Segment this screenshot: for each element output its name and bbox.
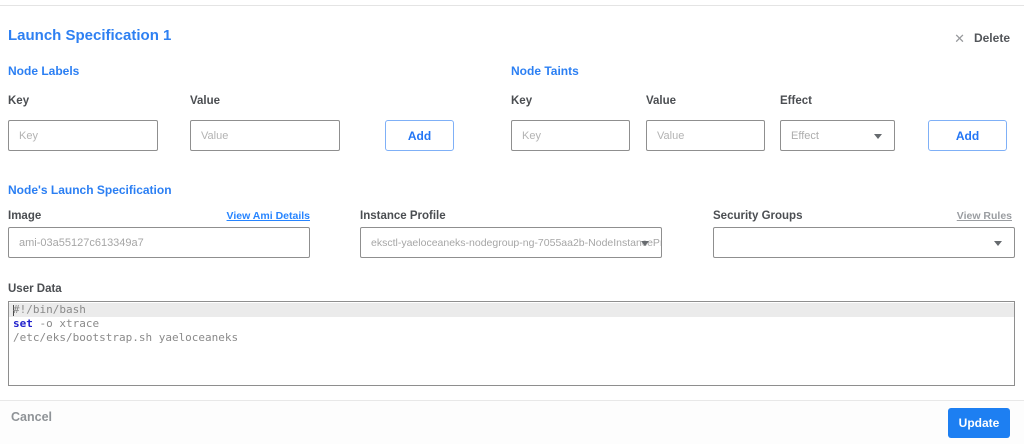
node-taints-effect-select[interactable]: Effect — [780, 120, 895, 151]
instance-profile-select-value: eksctl-yaeloceaneks-nodegroup-ng-7055aa2… — [371, 236, 662, 249]
launch-spec-heading: Node's Launch Specification — [8, 183, 172, 197]
code-token: /etc/eks/bootstrap.sh yaeloceaneks — [13, 331, 239, 344]
instance-profile-label: Instance Profile — [360, 210, 446, 222]
node-taints-key-input[interactable] — [511, 120, 630, 151]
chevron-down-icon — [994, 240, 1002, 246]
footer-bar — [0, 401, 1024, 444]
node-taints-heading: Node Taints — [511, 64, 579, 78]
chevron-down-icon — [874, 133, 882, 139]
delete-button-label: Delete — [973, 31, 1010, 45]
code-token: -o xtrace — [32, 317, 100, 330]
chevron-down-icon — [641, 240, 649, 246]
view-rules-link[interactable]: View Rules — [957, 210, 1012, 222]
node-labels-key-label: Key — [8, 95, 30, 107]
user-data-editor[interactable]: #!/bin/bash set -o xtrace/etc/eks/bootstr… — [8, 301, 1015, 386]
code-line[interactable]: set -o xtrace — [9, 317, 1014, 331]
code-token: #!/bin/bash — [13, 303, 86, 316]
view-ami-details-link[interactable]: View Ami Details — [227, 210, 310, 222]
image-input[interactable] — [8, 227, 310, 258]
delete-button[interactable]: ✕ Delete — [954, 31, 1010, 45]
page-title: Launch Specification 1 — [8, 27, 172, 44]
node-labels-value-label: Value — [190, 95, 221, 107]
x-icon: ✕ — [954, 30, 965, 46]
node-taints-value-input[interactable] — [646, 120, 765, 151]
code-line[interactable]: /etc/eks/bootstrap.sh yaeloceaneks — [9, 331, 1014, 345]
code-line[interactable]: #!/bin/bash — [9, 303, 1014, 317]
node-taints-key-label: Key — [511, 95, 533, 107]
node-labels-value-input[interactable] — [190, 120, 340, 151]
code-token-keyword: set — [13, 317, 33, 330]
node-taints-value-label: Value — [646, 95, 677, 107]
security-groups-select[interactable] — [713, 227, 1015, 258]
node-taints-add-button[interactable]: Add — [928, 120, 1007, 151]
node-taints-effect-label: Effect — [780, 95, 812, 107]
security-groups-label: Security Groups — [713, 210, 803, 222]
instance-profile-select[interactable]: eksctl-yaeloceaneks-nodegroup-ng-7055aa2… — [360, 227, 662, 258]
node-labels-add-button[interactable]: Add — [385, 120, 454, 151]
cancel-button[interactable]: Cancel — [11, 410, 52, 424]
image-label: Image — [8, 210, 42, 222]
node-taints-effect-select-value: Effect — [791, 129, 819, 142]
user-data-label: User Data — [8, 283, 62, 295]
top-divider — [0, 5, 1024, 6]
node-labels-heading: Node Labels — [8, 64, 80, 78]
node-labels-key-input[interactable] — [8, 120, 158, 151]
update-button[interactable]: Update — [948, 408, 1010, 438]
